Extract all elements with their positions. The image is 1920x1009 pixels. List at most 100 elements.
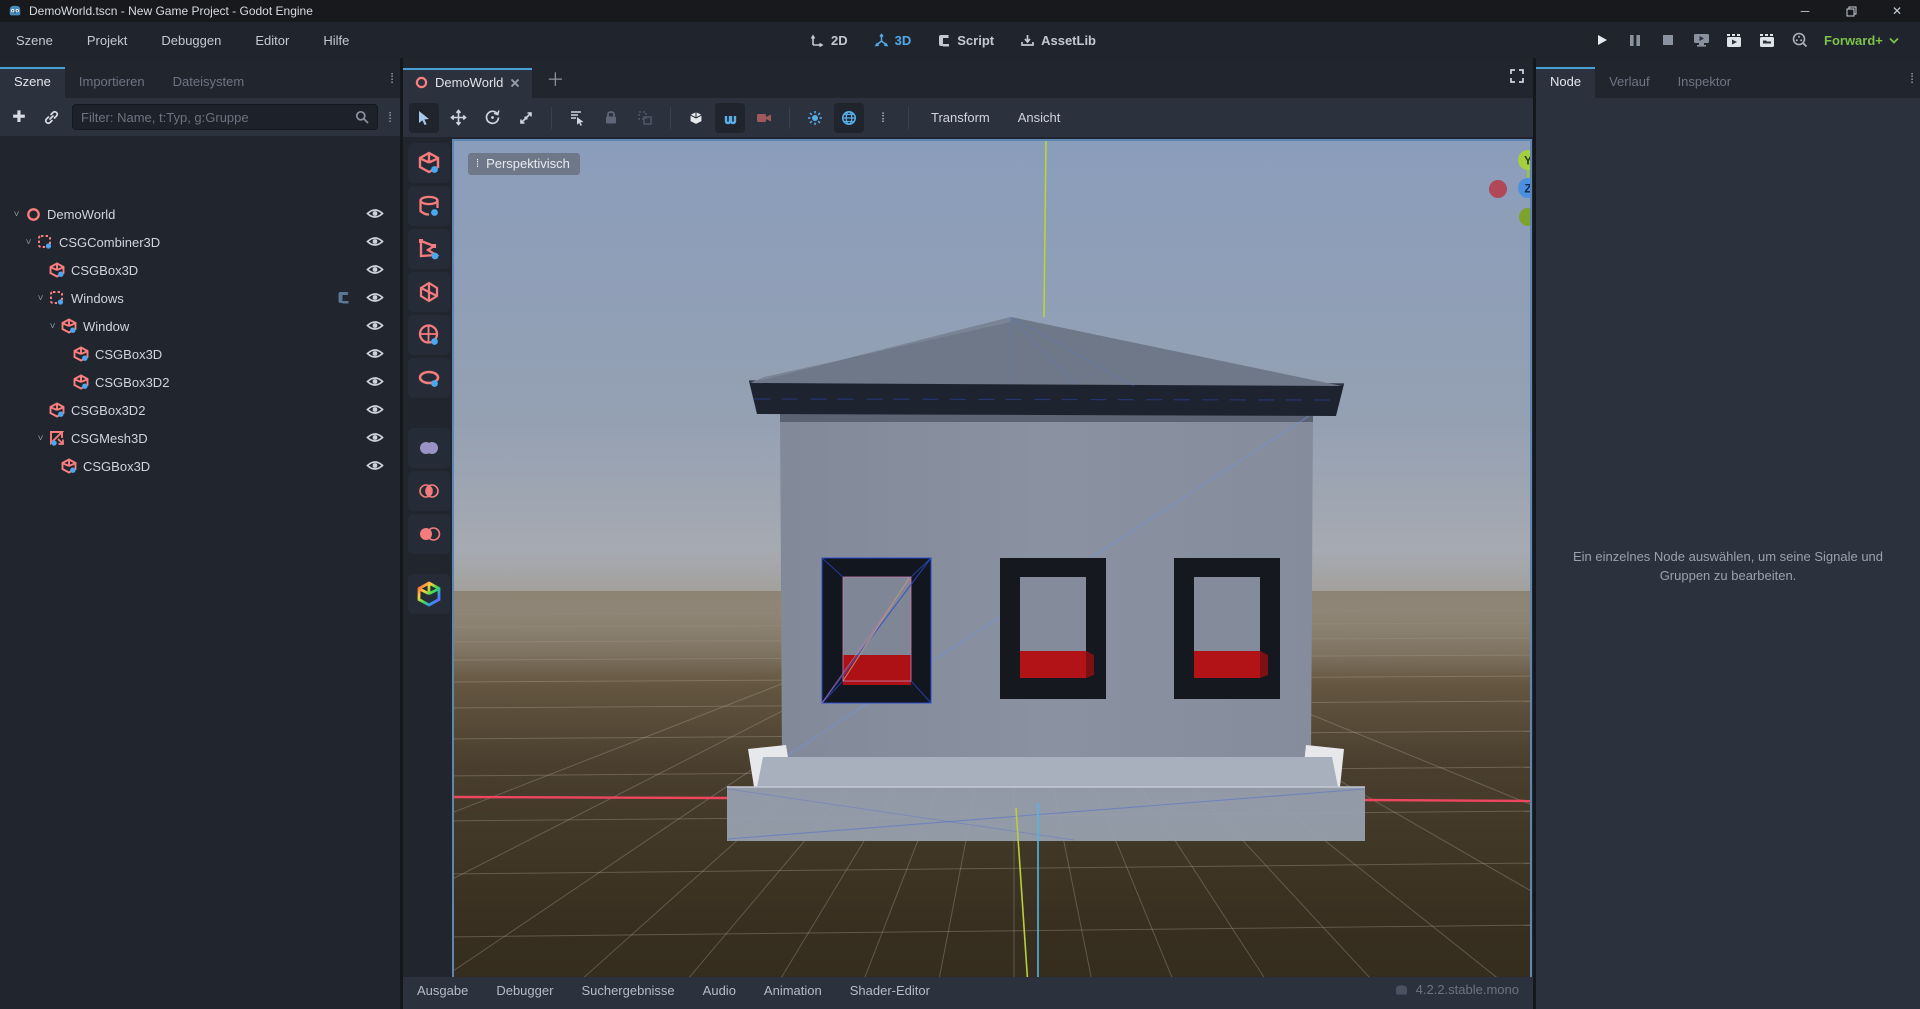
visibility-eye-icon[interactable] [366,430,384,446]
tree-row-csgmesh3d-8[interactable]: ˅CSGMesh3D [4,424,396,452]
expand-arrow[interactable]: ˅ [34,433,47,444]
tab-dateisystem[interactable]: Dateisystem [159,67,259,98]
preview-sun-button[interactable] [800,103,830,133]
preview-environment-button[interactable] [834,103,864,133]
expand-arrow[interactable]: ˅ [22,237,35,248]
pause-button[interactable] [1625,30,1645,50]
tab-szene[interactable]: Szene [0,67,65,98]
node-label: CSGBox3D [95,347,162,362]
csg-sphere-button[interactable] [408,315,450,355]
new-scene-tab-button[interactable]: ＋ [532,66,578,98]
sun-environment-settings-icon[interactable]: ⁞ [868,103,898,133]
bottom-tab-ausgabe[interactable]: Ausgabe [417,983,468,998]
instance-scene-button[interactable] [40,109,62,126]
tab-importieren[interactable]: Importieren [65,67,159,98]
tree-row-csgbox3d-5[interactable]: CSGBox3D [4,340,396,368]
visibility-eye-icon[interactable] [366,346,384,362]
group-node-button[interactable] [630,103,660,133]
tree-row-demoworld-0[interactable]: ˅DemoWorld [4,200,396,228]
bottom-tab-audio[interactable]: Audio [703,983,736,998]
workspace-3d-button[interactable]: 3D [874,33,912,48]
transform-menu[interactable]: Transform [919,110,1002,125]
csg-polygon-button[interactable] [408,229,450,269]
tree-row-csgbox3d2-7[interactable]: CSGBox3D2 [4,396,396,424]
bottom-tab-shader-editor[interactable]: Shader-Editor [850,983,930,998]
main-menu-bar: Szene Projekt Debuggen Editor Hilfe 2D 3… [0,22,1920,58]
gizmo-color-cube-button[interactable] [408,574,450,614]
csg-cylinder-button[interactable] [408,186,450,226]
movie-maker-button[interactable] [1790,30,1810,50]
close-button[interactable]: ✕ [1874,0,1920,22]
rotate-tool-button[interactable] [477,103,507,133]
right-dock-menu-icon[interactable]: ⁞ [1910,70,1914,86]
csg-box-button[interactable] [408,143,450,183]
visibility-eye-icon[interactable] [366,290,384,306]
csg-subtraction-button[interactable] [408,514,450,554]
csg-mesh-button[interactable] [408,272,450,312]
workspace-assetlib-button[interactable]: AssetLib [1020,33,1096,48]
view-menu[interactable]: Ansicht [1006,110,1073,125]
close-tab-icon[interactable] [510,78,520,88]
visibility-eye-icon[interactable] [366,206,384,222]
camera-override-button[interactable] [749,103,779,133]
csg-union-button[interactable] [408,428,450,468]
expand-arrow[interactable]: ˅ [10,209,23,220]
bottom-tab-debugger[interactable]: Debugger [496,983,553,998]
tree-options-icon[interactable]: ⁞ [388,109,392,125]
tree-row-csgbox3d-2[interactable]: CSGBox3D [4,256,396,284]
viewport-3d[interactable]: Y Z X ⁞ Perspektivisch [452,139,1532,1009]
bottom-tab-suchergebnisse[interactable]: Suchergebnisse [581,983,674,998]
tab-inspektor[interactable]: Inspektor [1664,67,1745,98]
workspace-script-button[interactable]: Script [937,33,994,48]
add-node-button[interactable]: ✚ [8,107,30,127]
csg-torus-button[interactable] [408,358,450,398]
play-custom-scene-button[interactable] [1757,30,1777,50]
visibility-eye-icon[interactable] [366,458,384,474]
csg-intersection-button[interactable] [408,471,450,511]
scene-filter-field[interactable] [72,104,378,130]
play-scene-button[interactable] [1724,30,1744,50]
snap-toggle-button[interactable] [715,103,745,133]
perspective-menu[interactable]: ⁞ Perspektivisch [468,153,580,175]
expand-arrow[interactable]: ˅ [46,321,59,332]
menu-editor[interactable]: Editor [251,31,293,50]
lock-node-button[interactable] [596,103,626,133]
menu-szene[interactable]: Szene [12,31,57,50]
scale-tool-button[interactable] [511,103,541,133]
minimize-button[interactable]: ─ [1782,0,1828,22]
visibility-eye-icon[interactable] [366,402,384,418]
visibility-eye-icon[interactable] [366,234,384,250]
visibility-eye-icon[interactable] [366,374,384,390]
stop-button[interactable] [1658,30,1678,50]
renderer-selector[interactable]: Forward+ [1824,22,1899,58]
menu-projekt[interactable]: Projekt [83,31,131,50]
script-attached-icon[interactable] [336,290,352,306]
select-tool-button[interactable] [409,103,439,133]
dock-menu-icon[interactable]: ⁞ [390,70,394,86]
menu-debuggen[interactable]: Debuggen [157,31,225,50]
playback-controls [1592,22,1810,58]
visibility-eye-icon[interactable] [366,262,384,278]
tree-row-windows-3[interactable]: ˅Windows [4,284,396,312]
tree-row-csgcombiner3d-1[interactable]: ˅CSGCombiner3D [4,228,396,256]
scene-filter-input[interactable] [81,110,355,125]
tree-row-csgbox3d2-6[interactable]: CSGBox3D2 [4,368,396,396]
version-info[interactable]: 4.2.2.stable.mono [1394,982,1519,997]
bottom-tab-animation[interactable]: Animation [764,983,822,998]
tab-verlauf[interactable]: Verlauf [1595,67,1663,98]
play-button[interactable] [1592,30,1612,50]
expand-viewport-icon[interactable] [1509,68,1525,84]
move-tool-button[interactable] [443,103,473,133]
expand-arrow[interactable]: ˅ [34,293,47,304]
tree-row-csgbox3d-9[interactable]: CSGBox3D [4,452,396,480]
workspace-2d-button[interactable]: 2D [810,33,848,48]
tab-node[interactable]: Node [1536,67,1595,98]
local-space-button[interactable] [681,103,711,133]
restore-button[interactable] [1828,0,1874,22]
scene-tab-demoworld[interactable]: DemoWorld [403,68,532,98]
remote-debug-button[interactable] [1691,30,1711,50]
tree-row-window-4[interactable]: ˅Window [4,312,396,340]
list-select-button[interactable] [562,103,592,133]
visibility-eye-icon[interactable] [366,318,384,334]
menu-hilfe[interactable]: Hilfe [319,31,353,50]
